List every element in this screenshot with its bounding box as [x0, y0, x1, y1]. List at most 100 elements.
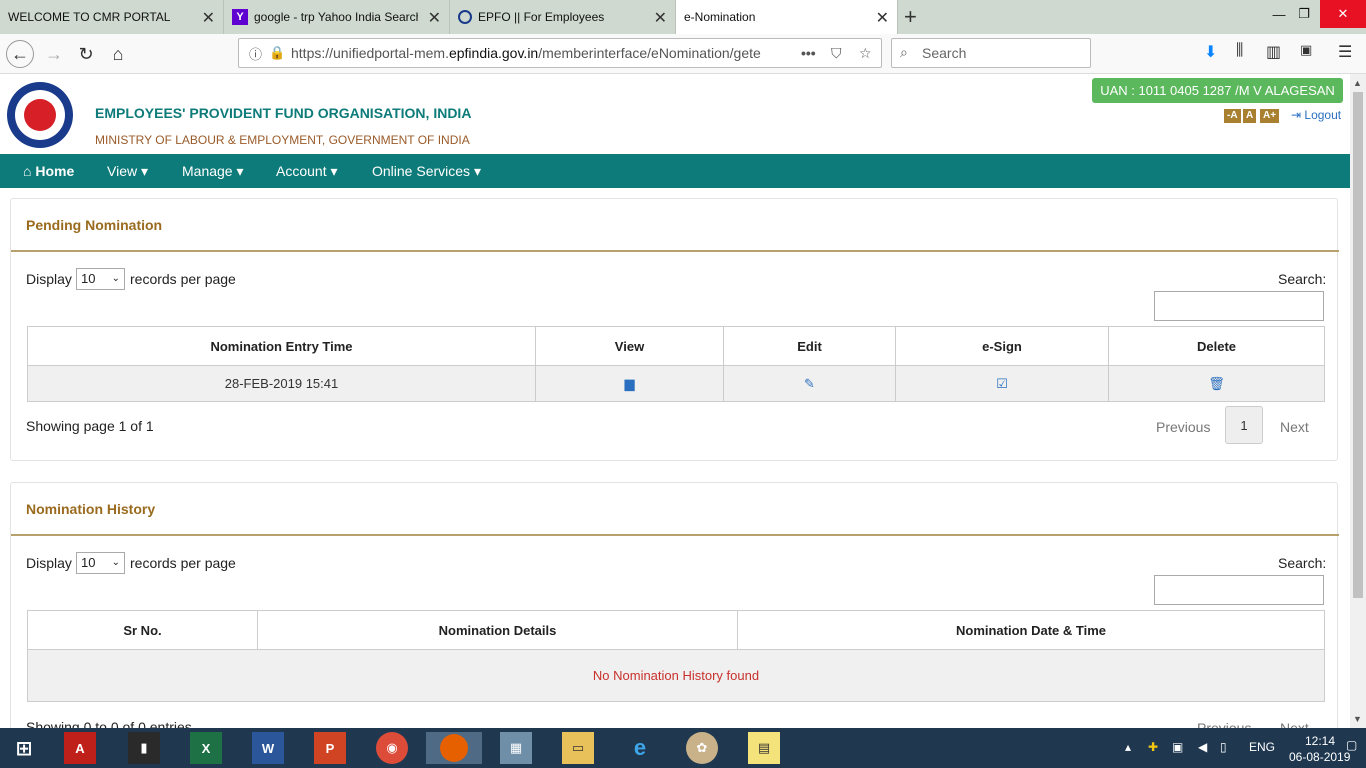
- new-tab-icon[interactable]: +: [904, 4, 917, 30]
- col-delete[interactable]: Delete: [1108, 326, 1325, 366]
- paint-icon[interactable]: ✿: [686, 732, 718, 764]
- language-indicator[interactable]: ENG: [1249, 740, 1275, 754]
- file-explorer-icon[interactable]: ▭: [562, 732, 594, 764]
- nav-online-services-label: Online Services: [372, 163, 471, 179]
- scrollbar-thumb[interactable]: [1353, 92, 1363, 598]
- tray-app-icon[interactable]: ✚: [1148, 740, 1158, 754]
- library-icon[interactable]: ⫼: [1236, 42, 1243, 60]
- page-1-button[interactable]: 1: [1225, 406, 1263, 444]
- calculator-icon[interactable]: ▦: [500, 732, 532, 764]
- notifications-icon[interactable]: ▢: [1346, 738, 1357, 752]
- font-decrease-button[interactable]: -A: [1224, 109, 1241, 123]
- close-window-icon[interactable]: ✕: [1320, 0, 1366, 28]
- close-tab-icon[interactable]: ✕: [876, 8, 889, 28]
- tab-label: google - trp Yahoo India Search: [254, 10, 418, 24]
- edit-icon[interactable]: ✎: [804, 376, 815, 391]
- firefox-icon[interactable]: [426, 732, 482, 764]
- acrobat-icon[interactable]: A: [64, 732, 96, 764]
- volume-icon[interactable]: ◀: [1198, 740, 1207, 754]
- col-entry-time[interactable]: Nomination Entry Time: [27, 326, 536, 366]
- internet-explorer-icon[interactable]: e: [624, 732, 656, 764]
- trash-icon[interactable]: 🗑: [1208, 376, 1225, 391]
- app-icon[interactable]: ▮: [128, 732, 160, 764]
- nav-manage-label: Manage: [182, 163, 233, 179]
- nav-manage[interactable]: Manage ▾: [182, 163, 244, 180]
- tab-e-nomination[interactable]: e-Nomination ✕: [676, 0, 898, 34]
- bookmark-star-icon[interactable]: ☆: [859, 45, 872, 62]
- nav-online-services[interactable]: Online Services ▾: [372, 163, 481, 180]
- scroll-up-icon[interactable]: ▲: [1353, 78, 1362, 88]
- records-per-page-label: records per page: [130, 271, 236, 287]
- excel-icon[interactable]: X: [190, 732, 222, 764]
- windows-start-icon[interactable]: ⊞: [8, 732, 40, 764]
- url-path: /memberinterface/eNomination/gete: [538, 45, 761, 61]
- col-nomination-details[interactable]: Nomination Details: [257, 610, 738, 650]
- records-per-page-select[interactable]: 10 ⌄: [76, 268, 125, 290]
- uan-badge: UAN : 1011 0405 1287 /M V ALAGESAN: [1092, 78, 1343, 103]
- url-domain: epfindia.gov.in: [448, 45, 539, 61]
- next-button[interactable]: Next: [1280, 720, 1309, 728]
- pocket-icon[interactable]: ⛉: [831, 45, 842, 62]
- pagination-info: Showing 0 to 0 of 0 entries: [26, 719, 192, 728]
- lock-icon: 🔒: [269, 45, 286, 60]
- battery-icon[interactable]: ▯: [1220, 740, 1227, 754]
- tab-cmr-portal[interactable]: WELCOME TO CMR PORTAL ✕: [0, 0, 224, 34]
- previous-button[interactable]: Previous: [1197, 720, 1251, 728]
- history-search-input[interactable]: [1154, 575, 1324, 605]
- nomination-history-panel: Nomination History Display 10 ⌄ records p…: [10, 482, 1339, 728]
- previous-button[interactable]: Previous: [1156, 419, 1210, 435]
- tab-label: e-Nomination: [684, 10, 756, 24]
- close-tab-icon[interactable]: ✕: [428, 8, 441, 28]
- col-esign[interactable]: e-Sign: [895, 326, 1109, 366]
- chrome-icon[interactable]: ◉: [376, 732, 408, 764]
- search-input[interactable]: ⌕ Search: [891, 38, 1091, 68]
- ministry-name: MINISTRY OF LABOUR & EMPLOYMENT, GOVERNM…: [95, 133, 470, 147]
- table-row: 28-FEB-2019 15:41 ▆ ✎ ☑ 🗑: [27, 365, 1325, 402]
- clock-date[interactable]: 06-08-2019: [1289, 750, 1350, 764]
- records-per-page-select[interactable]: 10 ⌄: [76, 552, 125, 574]
- nav-account[interactable]: Account ▾: [276, 163, 338, 180]
- network-icon[interactable]: ▣: [1172, 740, 1183, 754]
- scroll-down-icon[interactable]: ▼: [1353, 714, 1362, 724]
- check-square-icon[interactable]: ☑: [996, 376, 1008, 391]
- extension-icon[interactable]: ▣: [1300, 42, 1312, 58]
- nav-home[interactable]: ⌂ Home: [23, 163, 74, 179]
- url-text[interactable]: https://unifiedportal-mem.epfindia.gov.i…: [291, 45, 771, 61]
- menu-icon[interactable]: ☰: [1338, 42, 1352, 62]
- next-button[interactable]: Next: [1280, 419, 1309, 435]
- close-tab-icon[interactable]: ✕: [202, 8, 215, 28]
- col-nomination-datetime[interactable]: Nomination Date & Time: [737, 610, 1325, 650]
- sticky-notes-icon[interactable]: ▤: [748, 732, 780, 764]
- forward-arrow-icon[interactable]: →: [40, 40, 68, 68]
- page-actions-icon[interactable]: •••: [801, 45, 816, 61]
- clock-time[interactable]: 12:14: [1305, 734, 1335, 748]
- font-normal-button[interactable]: A: [1243, 109, 1257, 123]
- edit-cell: ✎: [723, 365, 896, 402]
- page-scrollbar[interactable]: ▲ ▼: [1350, 74, 1366, 728]
- delete-cell: 🗑: [1108, 365, 1325, 402]
- back-arrow-icon[interactable]: ←: [6, 40, 34, 68]
- tab-epfo-employees[interactable]: EPFO || For Employees ✕: [450, 0, 676, 34]
- browser-tab-strip: WELCOME TO CMR PORTAL ✕ Y google - trp Y…: [0, 0, 1366, 34]
- font-increase-button[interactable]: A+: [1260, 109, 1280, 123]
- show-hidden-icons-icon[interactable]: ▴: [1125, 740, 1131, 754]
- reload-icon[interactable]: ↻: [72, 40, 100, 68]
- powerpoint-icon[interactable]: P: [314, 732, 346, 764]
- document-icon[interactable]: ▆: [625, 376, 635, 391]
- address-bar[interactable]: ⓘ 🔒 https://unifiedportal-mem.epfindia.g…: [238, 38, 882, 68]
- nav-view[interactable]: View ▾: [107, 163, 148, 180]
- title-divider: [11, 250, 1339, 252]
- download-icon[interactable]: ⬇: [1204, 42, 1217, 62]
- pending-search-input[interactable]: [1154, 291, 1324, 321]
- col-sr-no[interactable]: Sr No.: [27, 610, 258, 650]
- windows-taskbar: ⊞ A ▮ X W P ◉ ▦ ▭ e ✿ ▤ ▴ ✚ ▣ ◀ ▯ ENG 12…: [0, 728, 1366, 768]
- tab-yahoo-search[interactable]: Y google - trp Yahoo India Search ✕: [224, 0, 450, 34]
- home-icon[interactable]: ⌂: [104, 40, 132, 68]
- sidebar-icon[interactable]: ▥: [1266, 42, 1281, 62]
- col-view[interactable]: View: [535, 326, 724, 366]
- word-icon[interactable]: W: [252, 732, 284, 764]
- col-edit[interactable]: Edit: [723, 326, 896, 366]
- logout-link[interactable]: ⇥ Logout: [1291, 108, 1341, 122]
- info-icon[interactable]: ⓘ: [249, 44, 262, 63]
- close-tab-icon[interactable]: ✕: [654, 8, 667, 28]
